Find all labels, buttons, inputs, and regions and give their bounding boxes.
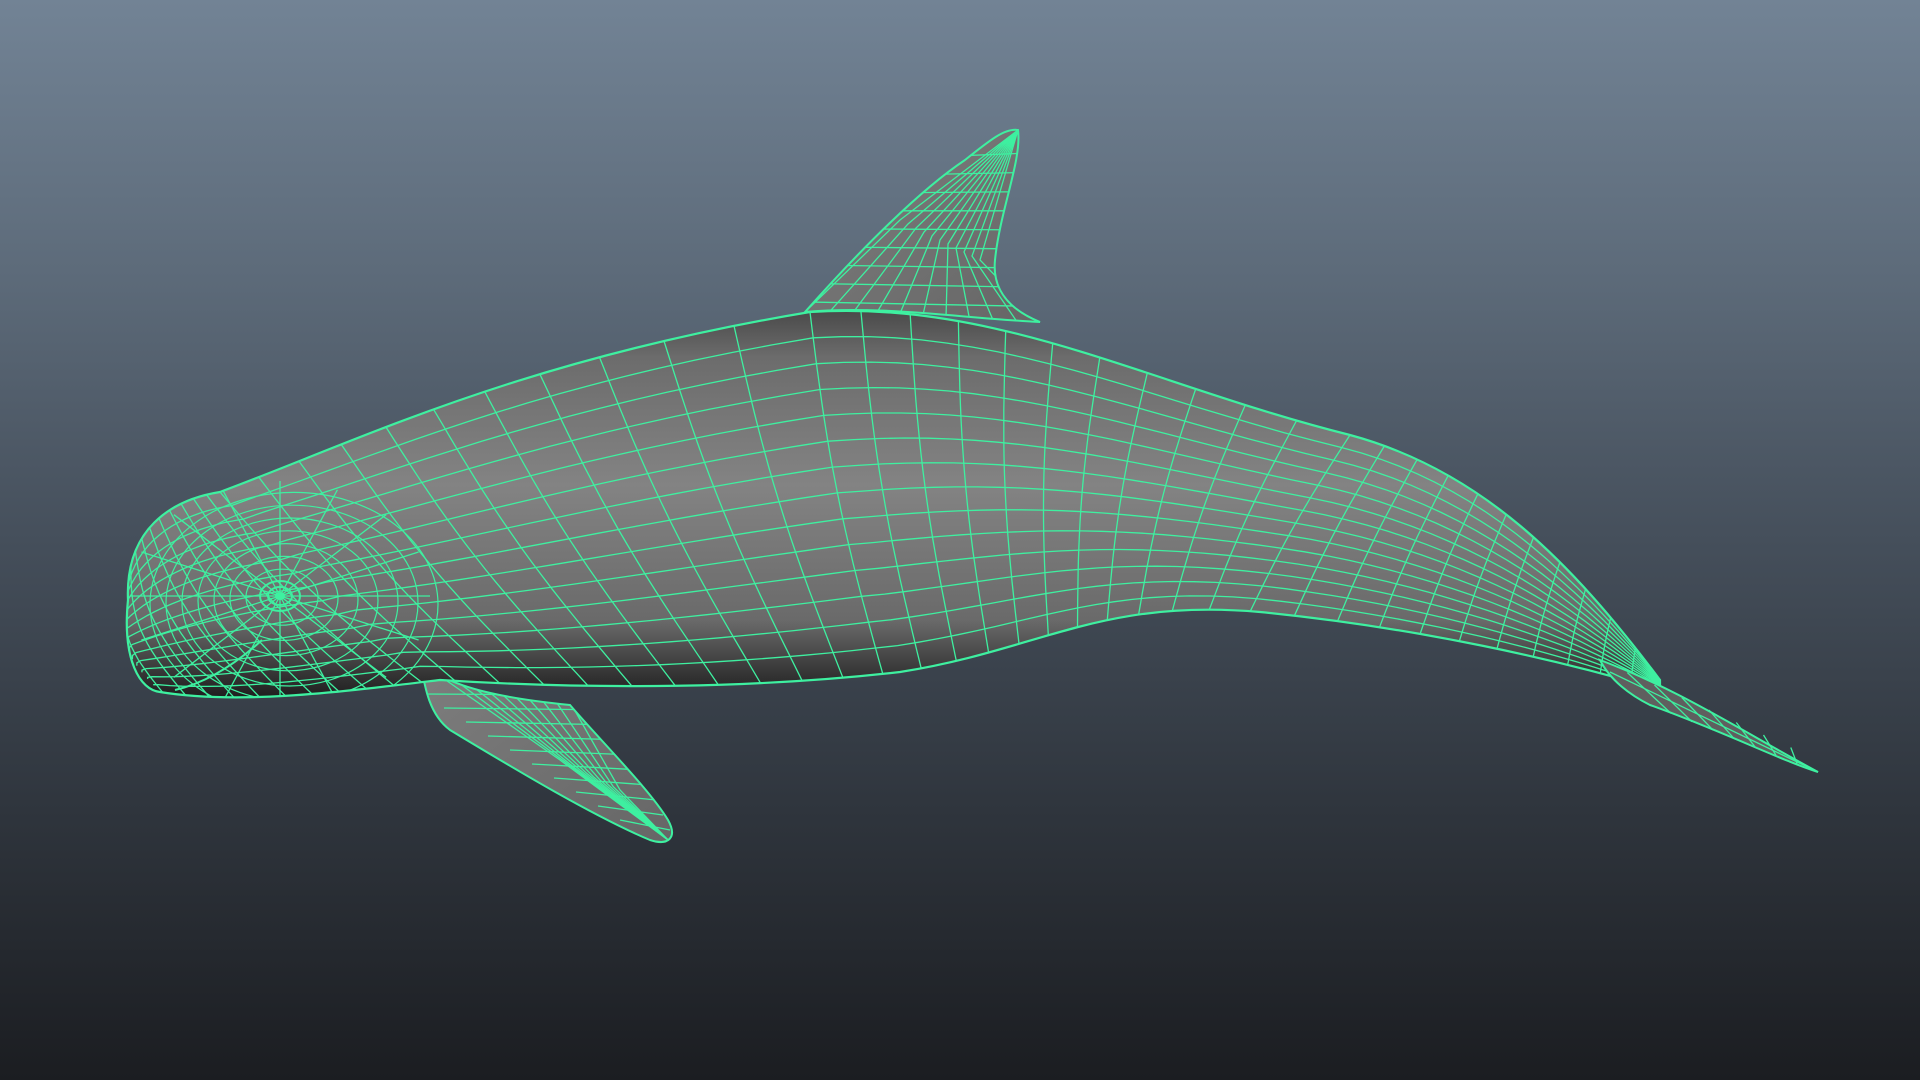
whale-body[interactable] xyxy=(123,309,1662,717)
viewport-scene[interactable] xyxy=(0,0,1920,1080)
3d-viewport[interactable] xyxy=(0,0,1920,1080)
tail-fluke[interactable] xyxy=(1597,658,1819,773)
whale-model[interactable] xyxy=(123,128,1819,843)
dorsal-fin[interactable] xyxy=(799,128,1056,323)
tail-edge xyxy=(1609,671,1819,773)
